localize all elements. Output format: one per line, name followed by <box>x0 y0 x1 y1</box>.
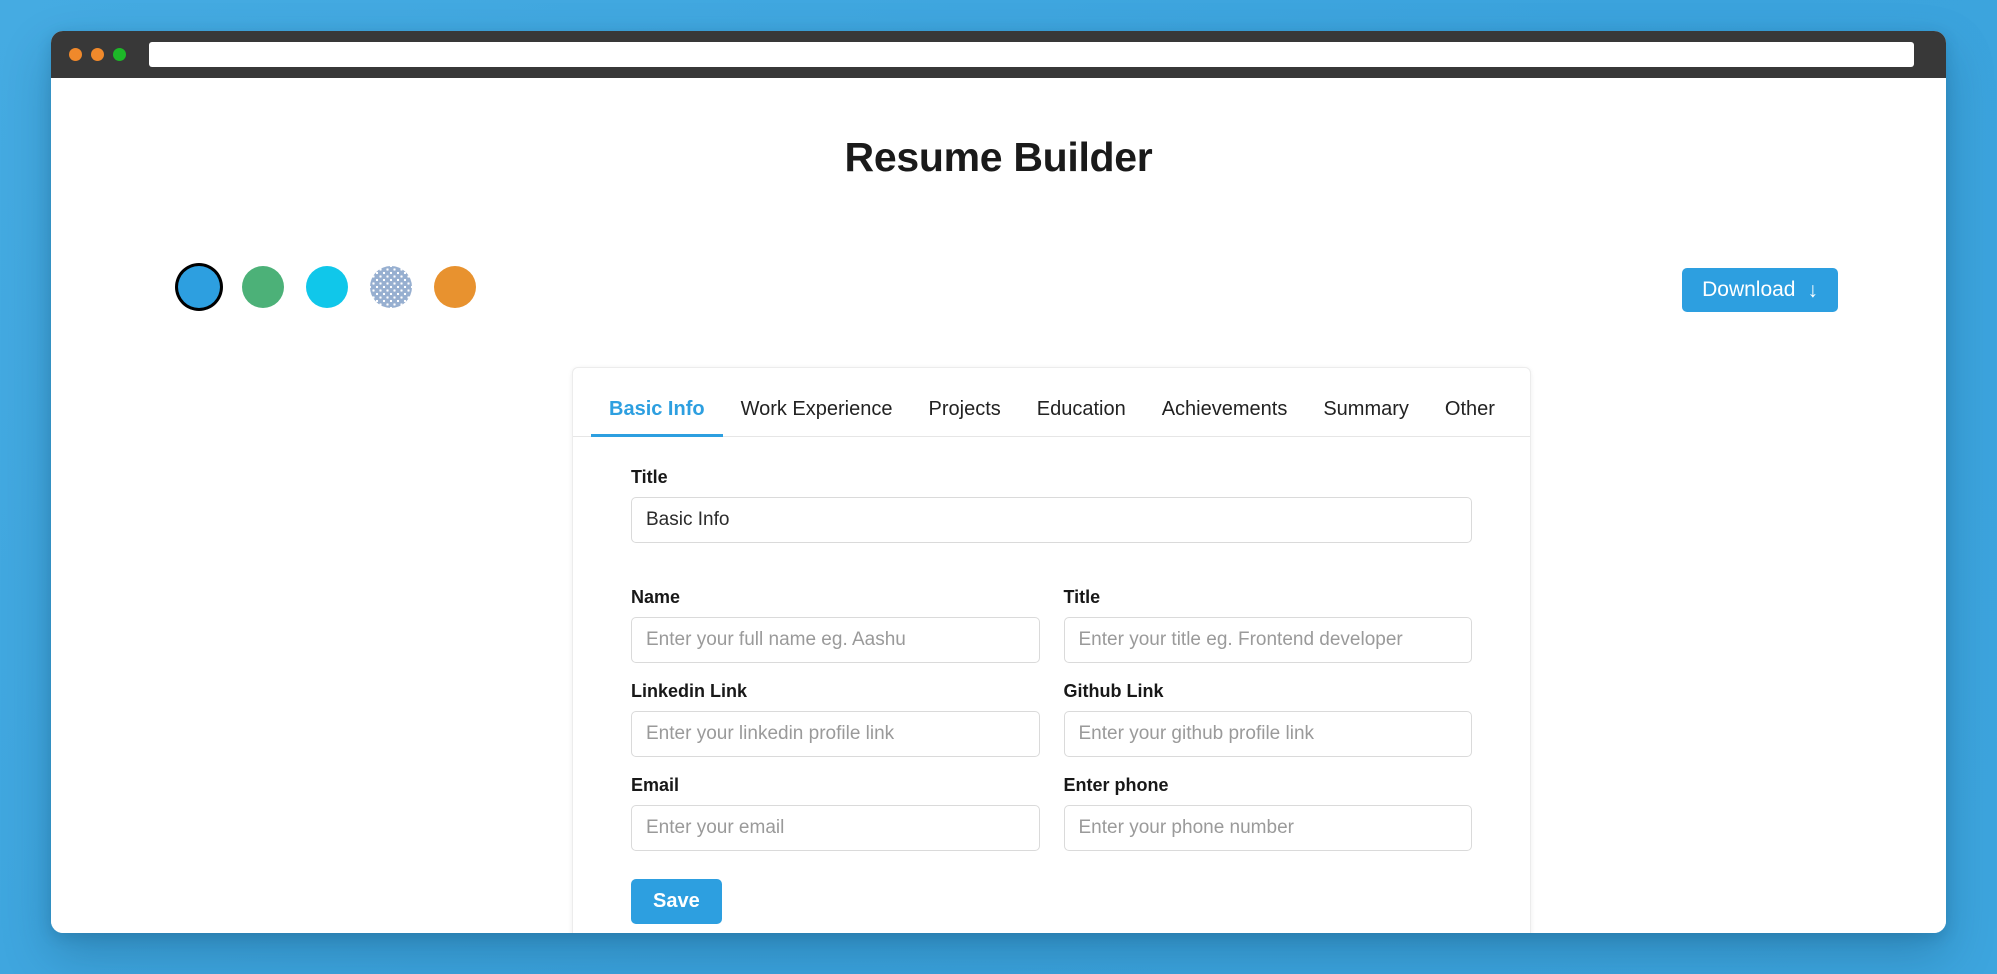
close-window-dot[interactable] <box>69 48 82 61</box>
field-group-github: Github Link <box>1063 681 1472 757</box>
theme-swatch-orange[interactable] <box>434 266 476 308</box>
theme-swatch-cyan[interactable] <box>306 266 348 308</box>
github-input[interactable] <box>1063 711 1472 757</box>
browser-titlebar <box>51 31 1946 78</box>
field-group-linkedin: Linkedin Link <box>631 681 1040 757</box>
name-label: Name <box>631 587 681 607</box>
maximize-window-dot[interactable] <box>113 48 126 61</box>
page-title: Resume Builder <box>844 134 1153 180</box>
tab-education[interactable]: Education <box>1019 390 1144 437</box>
name-input[interactable] <box>631 617 1040 663</box>
page-viewport: Resume Builder Download ↓ Basic Info Wor… <box>51 78 1946 933</box>
field-group-name: Name <box>631 587 1040 663</box>
url-input[interactable] <box>149 42 1914 67</box>
email-input[interactable] <box>631 805 1040 851</box>
email-label: Email <box>631 775 680 795</box>
theme-swatch-list <box>178 266 476 308</box>
section-title-label: Title <box>631 467 668 487</box>
linkedin-label: Linkedin Link <box>631 681 748 701</box>
tab-basic-info[interactable]: Basic Info <box>591 390 723 437</box>
tab-achievements[interactable]: Achievements <box>1144 390 1306 437</box>
linkedin-input[interactable] <box>631 711 1040 757</box>
section-title-group: Title <box>631 467 1472 543</box>
traffic-lights <box>69 48 126 61</box>
tab-summary[interactable]: Summary <box>1305 390 1427 437</box>
tab-other[interactable]: Other <box>1427 390 1513 437</box>
tab-work-experience[interactable]: Work Experience <box>723 390 911 437</box>
theme-swatch-green[interactable] <box>242 266 284 308</box>
download-button[interactable]: Download ↓ <box>1682 268 1838 312</box>
github-label: Github Link <box>1063 681 1164 701</box>
phone-label: Enter phone <box>1063 775 1169 795</box>
theme-and-download-row: Download ↓ <box>51 266 1946 459</box>
save-button[interactable]: Save <box>631 879 722 924</box>
title-label: Title <box>1063 587 1101 607</box>
theme-swatch-gray[interactable] <box>370 266 412 308</box>
tab-projects[interactable]: Projects <box>911 390 1019 437</box>
minimize-window-dot[interactable] <box>91 48 104 61</box>
section-title-input[interactable] <box>631 497 1472 543</box>
field-group-phone: Enter phone <box>1063 775 1472 851</box>
title-input[interactable] <box>1063 617 1472 663</box>
field-group-title: Title <box>1063 587 1472 663</box>
field-group-email: Email <box>631 775 1040 851</box>
download-button-label: Download <box>1702 278 1796 301</box>
arrow-down-icon: ↓ <box>1807 278 1819 302</box>
theme-swatch-blue[interactable] <box>178 266 220 308</box>
browser-window: Resume Builder Download ↓ Basic Info Wor… <box>51 31 1946 933</box>
basic-info-fields-grid: Name Title Linkedin Link Github Link <box>631 587 1472 851</box>
phone-input[interactable] <box>1063 805 1472 851</box>
basic-info-form: Title Name Title Linkedin Link <box>573 437 1530 924</box>
resume-form-card: Basic Info Work Experience Projects Educ… <box>572 367 1531 933</box>
section-tabs: Basic Info Work Experience Projects Educ… <box>573 368 1530 437</box>
